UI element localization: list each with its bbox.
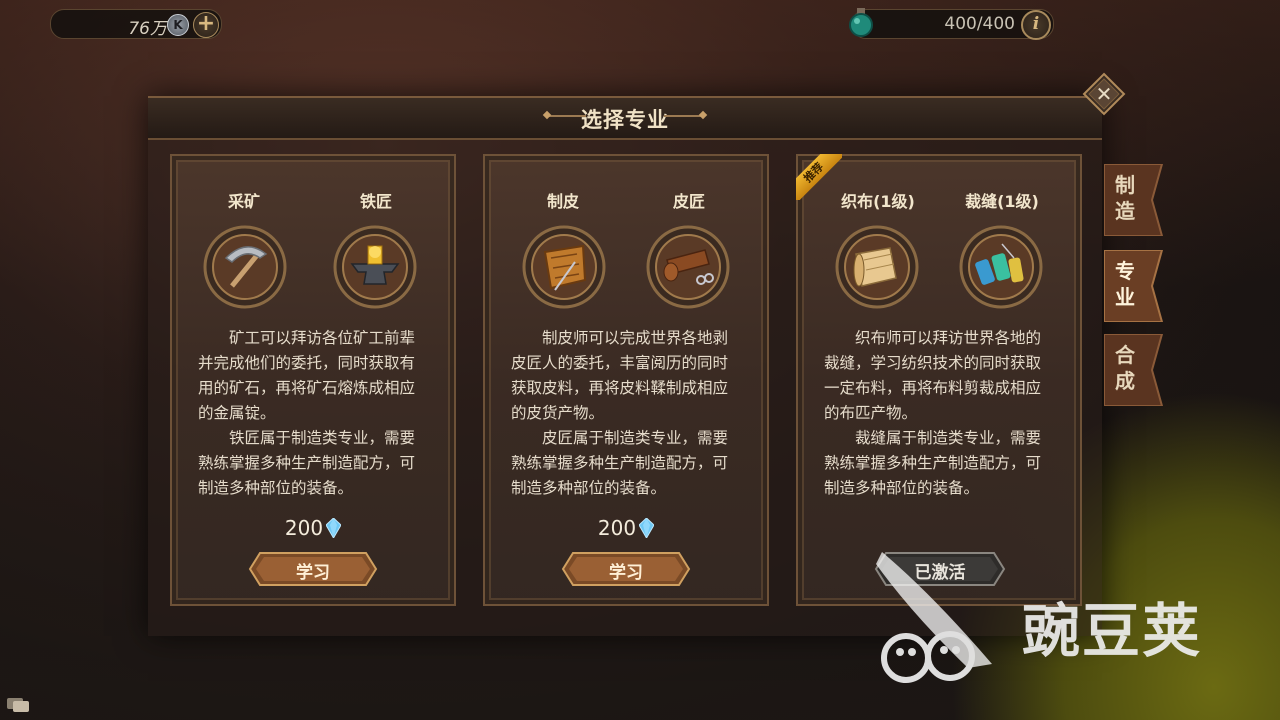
diamond-icon xyxy=(326,518,342,538)
profession-name: 采矿 xyxy=(227,192,260,211)
description-paragraph: 铁匠属于制造类专业，需要熟练掌握多种生产制造配方，可制造多种部位的装备。 xyxy=(198,429,416,497)
profession-card-mining-smith: 采矿 铁匠 矿工可以拜访各位矿工前辈并完成他们的委托，同时获取有用的矿石，再将矿… xyxy=(170,154,456,606)
panel-title: 选择专业 xyxy=(581,108,669,132)
cloth-bolt-icon xyxy=(835,225,919,309)
energy-display: 400/400 i xyxy=(849,8,1054,40)
cost-amount: 200 xyxy=(284,516,324,540)
add-currency-button[interactable]: + xyxy=(193,12,219,38)
tab-craft[interactable]: 制造 xyxy=(1104,164,1164,236)
energy-amount: 400/400 xyxy=(944,14,1015,34)
learn-button[interactable]: 学习 xyxy=(561,551,691,587)
leather-hide-icon xyxy=(522,225,606,309)
leather-roll-icon xyxy=(646,225,730,309)
thread-spools-icon xyxy=(959,225,1043,309)
tab-synthesis-label: 合成 xyxy=(1115,343,1135,393)
profession-card-leather: 制皮 皮匠 制皮师可以完成世界各地剥皮匠人的委托，丰富阅历的同时获取皮料，再将皮… xyxy=(483,154,769,606)
learn-button[interactable]: 学习 xyxy=(248,551,378,587)
description-paragraph: 矿工可以拜访各位矿工前辈并完成他们的委托，同时获取有用的矿石，再将矿石熔炼成相应… xyxy=(198,329,416,422)
tab-synthesis[interactable]: 合成 xyxy=(1104,334,1164,406)
diamond-icon xyxy=(639,518,655,538)
profession-name: 铁匠 xyxy=(359,192,392,211)
currency-display: 76万 K + xyxy=(50,9,222,39)
title-ornament-right xyxy=(664,115,704,117)
chat-icon[interactable] xyxy=(6,696,30,714)
watermark-text: 豌豆荚 xyxy=(1022,597,1203,665)
currency-amount: 76万 xyxy=(128,19,167,39)
info-button[interactable]: i xyxy=(1021,10,1051,40)
description-paragraph: 皮匠属于制造类专业，需要熟练掌握多种生产制造配方，可制造多种部位的装备。 xyxy=(511,429,729,497)
profession-name: 皮匠 xyxy=(672,192,705,211)
profession-name: 织布(1级) xyxy=(841,192,915,211)
close-icon: ✕ xyxy=(1096,82,1113,106)
profession-card-tailoring: 推荐 织布(1级) 裁缝(1级) 织布师可以拜访世界各地的裁缝，学习纺织技术的同… xyxy=(796,154,1082,606)
tab-craft-label: 制造 xyxy=(1115,173,1135,223)
tab-profession-label: 专业 xyxy=(1115,259,1135,309)
profession-description: 制皮师可以完成世界各地剥皮匠人的委托，丰富阅历的同时获取皮料，再将皮料鞣制成相应… xyxy=(511,326,743,501)
learn-button-label: 学习 xyxy=(296,563,330,583)
potion-icon xyxy=(849,8,873,37)
k-coin-icon: K xyxy=(167,14,189,36)
profession-description: 矿工可以拜访各位矿工前辈并完成他们的委托，同时获取有用的矿石，再将矿石熔炼成相应… xyxy=(198,326,430,501)
profession-name: 制皮 xyxy=(546,192,579,211)
profession-name: 裁缝(1级) xyxy=(965,192,1039,211)
learn-button-label: 学习 xyxy=(609,563,643,583)
panel-header: 选择专业 xyxy=(148,96,1102,140)
anvil-icon xyxy=(333,225,417,309)
description-paragraph: 织布师可以拜访世界各地的裁缝，学习纺织技术的同时获取一定布料，再将布料剪裁成相应… xyxy=(824,329,1042,422)
cost-amount: 200 xyxy=(597,516,637,540)
tab-profession[interactable]: 专业 xyxy=(1104,250,1164,322)
wandoujia-watermark: 豌豆荚 xyxy=(872,544,1252,694)
learn-cost: 200 xyxy=(485,516,767,540)
pickaxe-icon xyxy=(203,225,287,309)
learn-cost: 200 xyxy=(172,516,454,540)
wandoujia-logo-icon xyxy=(876,552,992,683)
description-paragraph: 制皮师可以完成世界各地剥皮匠人的委托，丰富阅历的同时获取皮料，再将皮料鞣制成相应… xyxy=(511,329,729,422)
close-button[interactable]: ✕ xyxy=(1082,72,1126,116)
description-paragraph: 裁缝属于制造类专业，需要熟练掌握多种生产制造配方，可制造多种部位的装备。 xyxy=(824,429,1042,497)
profession-description: 织布师可以拜访世界各地的裁缝，学习纺织技术的同时获取一定布料，再将布料剪裁成相应… xyxy=(824,326,1056,501)
